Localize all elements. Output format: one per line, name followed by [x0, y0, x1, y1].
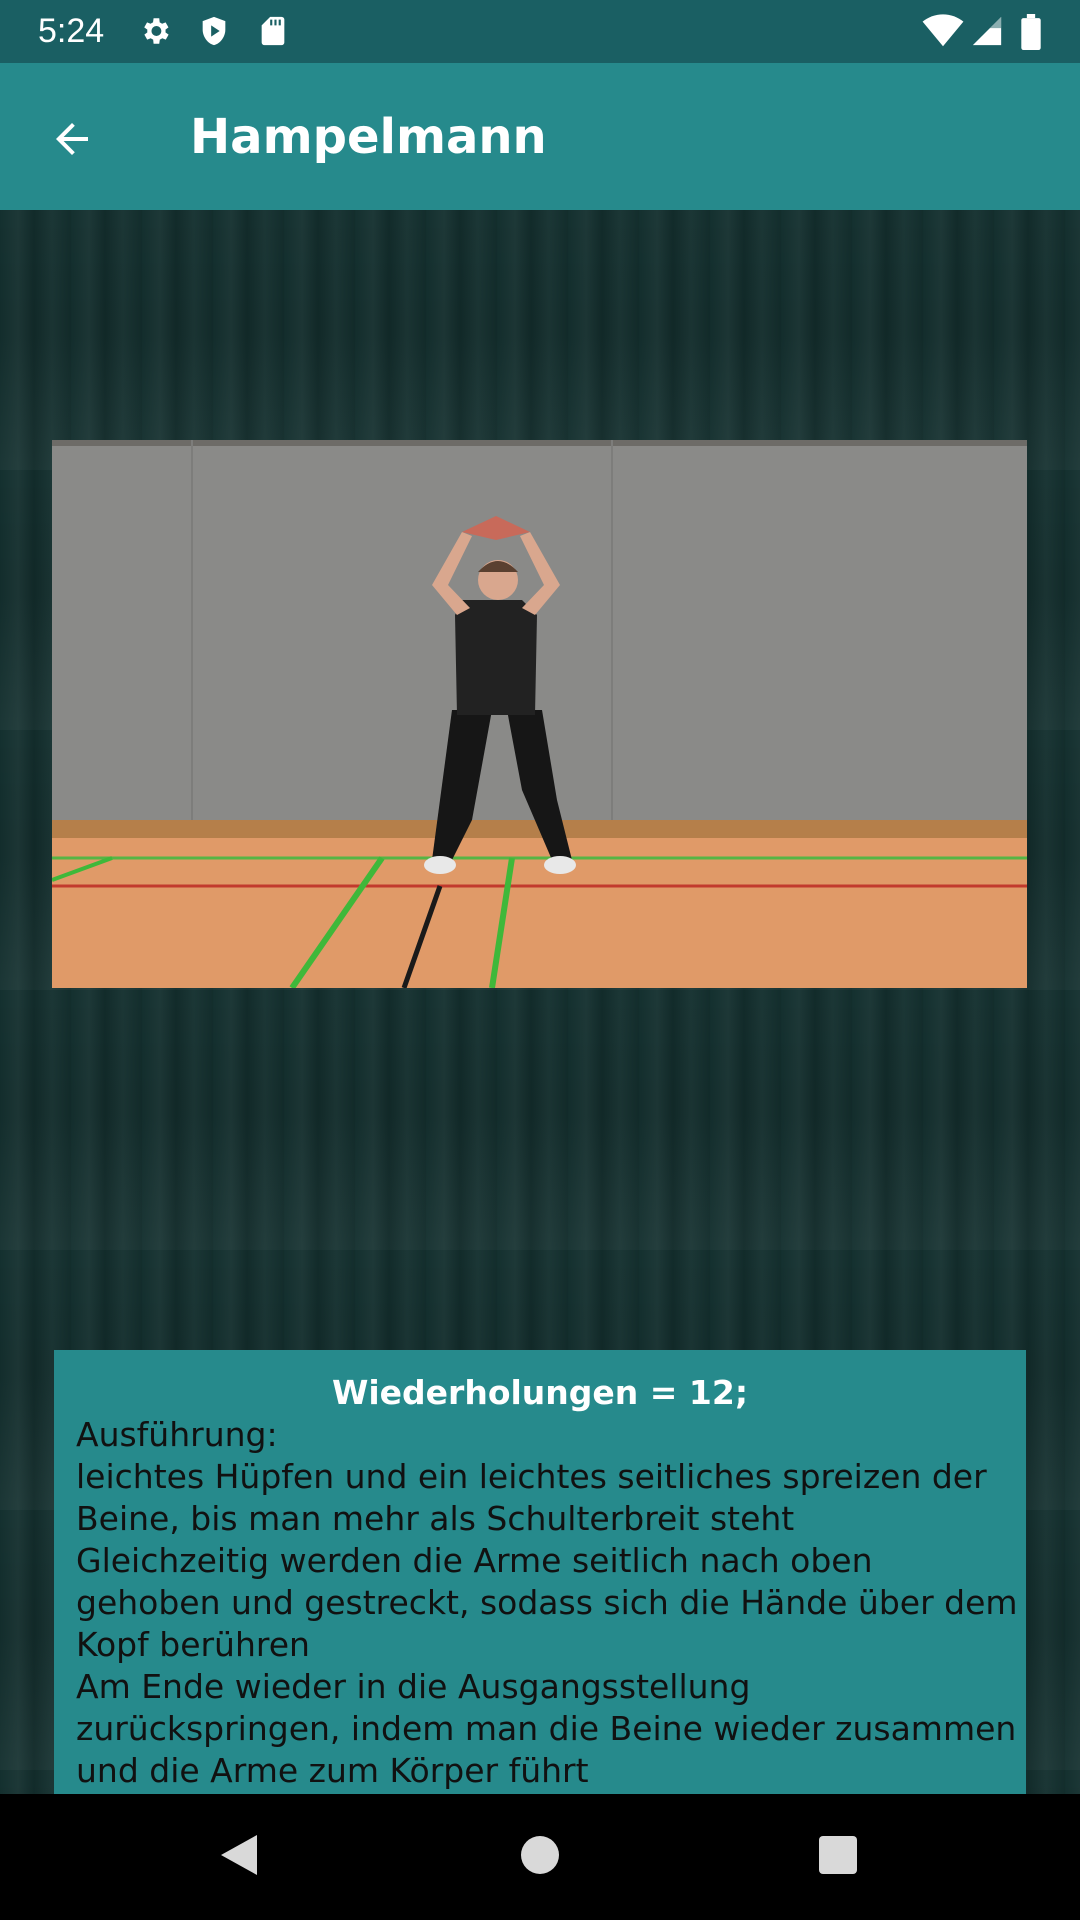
cellular-signal-icon — [970, 14, 1004, 48]
description-line: Ausführung: — [76, 1415, 278, 1454]
gear-icon — [138, 14, 172, 48]
description-line: zurückspringen, indem man die Beine wied… — [76, 1709, 1017, 1748]
description-line: und die Arme zum Körper führt — [76, 1751, 589, 1790]
home-circle-icon — [520, 1835, 560, 1879]
back-button[interactable] — [30, 99, 114, 183]
app-bar: Hampelmann — [0, 63, 1080, 210]
exercise-image — [52, 440, 1027, 988]
navigation-bar — [0, 1794, 1080, 1920]
wifi-icon — [922, 14, 964, 48]
battery-icon — [1014, 14, 1048, 50]
nav-back-button[interactable] — [206, 1824, 272, 1890]
status-time: 5:24 — [38, 12, 105, 50]
description-box: Wiederholungen = 12; Ausführung: leichte… — [54, 1350, 1026, 1794]
page-title: Hampelmann — [190, 109, 547, 165]
shield-icon — [197, 14, 231, 48]
description-line: Kopf berühren — [76, 1625, 310, 1664]
description-line: leichtes Hüpfen und ein leichtes seitlic… — [76, 1457, 987, 1496]
screen: 5:24 Hampelmann Wiederholungen = 12; Aus… — [0, 0, 1080, 1920]
back-triangle-icon — [217, 1831, 261, 1883]
status-bar: 5:24 — [0, 0, 1080, 63]
arrow-left-icon — [48, 115, 96, 167]
sd-card-icon — [256, 14, 290, 48]
nav-recents-button[interactable] — [805, 1824, 871, 1890]
nav-home-button[interactable] — [507, 1824, 573, 1890]
recents-square-icon — [818, 1835, 858, 1879]
description-line: Beine, bis man mehr als Schulterbreit st… — [76, 1499, 795, 1538]
description-line: gehoben und gestreckt, sodass sich die H… — [76, 1583, 1018, 1622]
reps-heading: Wiederholungen = 12; — [331, 1373, 749, 1412]
description-line: Gleichzeitig werden die Arme seitlich na… — [76, 1541, 873, 1580]
description-line: Am Ende wieder in die Ausgangsstellung — [76, 1667, 751, 1706]
